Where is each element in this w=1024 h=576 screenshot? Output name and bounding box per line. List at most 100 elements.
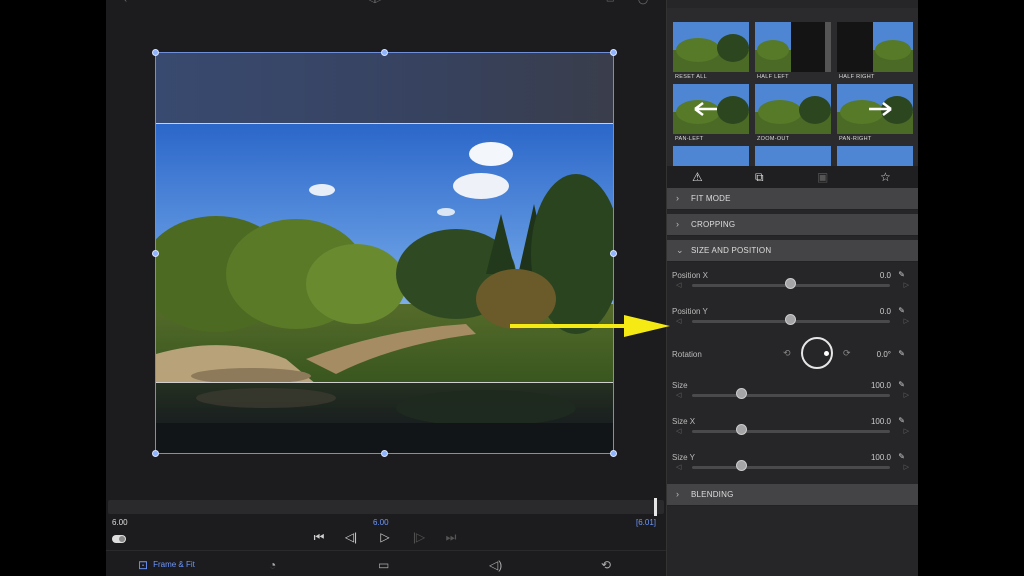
rotate-left-icon[interactable]: ⟲ [783,348,791,359]
decrement-icon[interactable]: ◁ [676,427,681,435]
preset-half-right[interactable]: HALF RIGHT [835,8,913,80]
playhead[interactable] [654,498,657,516]
resize-handle-bottom-right[interactable] [610,450,617,457]
chevron-down-icon: ⌄ [676,245,684,255]
rotation-dial[interactable] [801,337,833,369]
timecode-start: 6.00 [112,518,128,527]
play-icon[interactable]: ▷ [377,530,393,544]
preset-zoom-out[interactable]: ZOOM-OUT [753,70,831,142]
skip-end-icon[interactable]: ⏭ [443,530,459,545]
preset-row3-1[interactable] [671,132,749,166]
increment-icon[interactable]: ▷ [904,281,909,289]
slider-knob[interactable] [785,278,796,289]
slider-track[interactable] [692,466,890,469]
resize-handle-bottom-left[interactable] [152,450,159,457]
inspector-panel: RESET ALL HALF LEFT HALF RIGHT PAN-LEFT [666,0,918,576]
warning-icon[interactable]: ⚠ [692,170,703,184]
param-value[interactable]: 100.0 [871,381,891,390]
section-title: SIZE AND POSITION [691,246,772,255]
decrement-icon[interactable]: ◁ [676,281,681,289]
annotation-arrow-shaft [510,324,628,328]
section-blending[interactable]: › BLENDING [667,484,918,506]
tab-replace[interactable]: ⟲ [601,558,611,572]
decrement-icon[interactable]: ◁ [676,317,681,325]
inspector-icon-row: ⚠ ⧉ ▣ ☆ [667,166,918,188]
resize-handle-top[interactable] [381,49,388,56]
param-value[interactable]: 0.0 [880,307,891,316]
decrement-icon[interactable]: ◁ [676,463,681,471]
star-icon[interactable]: ☆ [880,170,891,184]
split-icon[interactable]: ◁▷ [368,0,382,5]
pencil-icon[interactable]: ✎ [898,270,905,279]
pencil-icon[interactable]: ✎ [898,452,905,461]
tab-speed[interactable]: ◔ [269,558,276,572]
tab-frame-fit[interactable]: ⊡ Frame & Fit [138,558,195,572]
slider-knob[interactable] [735,424,747,435]
slider-knob[interactable] [785,314,796,325]
resize-handle-top-right[interactable] [610,49,617,56]
fit-icon[interactable]: ▭ [606,0,615,5]
copy-icon[interactable]: ▣ [817,170,828,184]
pencil-icon[interactable]: ✎ [898,416,905,425]
preset-row3-2[interactable] [753,132,831,166]
timecode-end: [6.01] [636,518,657,527]
step-back-icon[interactable]: ◁| [343,530,359,544]
inspector-top-icons [667,0,918,8]
preset-reset-all[interactable]: RESET ALL [671,8,749,80]
slider-track[interactable] [692,430,890,433]
preset-thumbnail [755,146,831,166]
resize-handle-top-left[interactable] [152,49,159,56]
slider-track[interactable] [692,394,890,397]
step-forward-icon[interactable]: |▷ [411,530,427,544]
section-title: FIT MODE [691,194,731,203]
increment-icon[interactable]: ▷ [904,463,909,471]
section-cropping[interactable]: › CROPPING [667,214,918,236]
param-label: Size X [672,417,696,426]
resize-handle-bottom[interactable] [381,450,388,457]
section-fit-mode[interactable]: › FIT MODE [667,188,918,210]
speaker-icon: ◁) [489,558,503,572]
increment-icon[interactable]: ▷ [904,317,909,325]
section-size-position[interactable]: ⌄ SIZE AND POSITION [667,240,918,262]
preset-thumbnail [837,84,913,134]
param-value[interactable]: 0.0° [877,350,891,359]
preset-pan-right[interactable]: PAN-RIGHT [835,70,913,142]
param-position-y: Position Y 0.0 ✎ ◁ ▷ [667,306,918,343]
param-size: Size 100.0 ✎ ◁ ▷ [667,380,918,417]
param-value[interactable]: 100.0 [871,417,891,426]
preset-row3-3[interactable] [835,132,913,166]
param-value[interactable]: 100.0 [871,453,891,462]
preset-thumbnail [837,22,913,72]
resize-handle-left[interactable] [152,250,159,257]
slider-knob[interactable] [735,388,747,399]
tab-audio[interactable]: ◁) [489,558,502,572]
tab-transform[interactable]: ▭ [378,558,389,572]
clock-icon[interactable]: ◯ [638,0,648,5]
duplicate-icon[interactable]: ⧉ [755,170,764,185]
param-label: Position Y [672,307,708,316]
param-value[interactable]: 0.0 [880,271,891,280]
resize-handle-right[interactable] [610,250,617,257]
rotate-right-icon[interactable]: ⟳ [843,348,851,359]
replace-icon: ⟲ [601,558,612,572]
transform-icon: ▭ [378,558,390,572]
back-icon[interactable]: ‹ [124,0,127,4]
pencil-icon[interactable]: ✎ [898,349,905,358]
chevron-right-icon: › [676,489,679,499]
timeline-scrubber[interactable] [108,500,664,514]
frame-bounds [155,52,614,454]
preset-thumbnail [755,84,831,134]
preset-pan-left[interactable]: PAN-LEFT [671,70,749,142]
app-window: ‹ ◁▷ ▭ ◯ [106,0,918,576]
preset-thumbnail [673,84,749,134]
pencil-icon[interactable]: ✎ [898,380,905,389]
preset-half-left[interactable]: HALF LEFT [753,8,831,80]
pencil-icon[interactable]: ✎ [898,306,905,315]
skip-start-icon[interactable]: ⏮ [311,530,327,545]
increment-icon[interactable]: ▷ [904,427,909,435]
viewer-panel: ‹ ◁▷ ▭ ◯ [106,0,666,576]
param-position-x: Position X 0.0 ✎ ◁ ▷ [667,270,918,307]
slider-knob[interactable] [735,460,747,471]
decrement-icon[interactable]: ◁ [676,391,681,399]
increment-icon[interactable]: ▷ [904,391,909,399]
